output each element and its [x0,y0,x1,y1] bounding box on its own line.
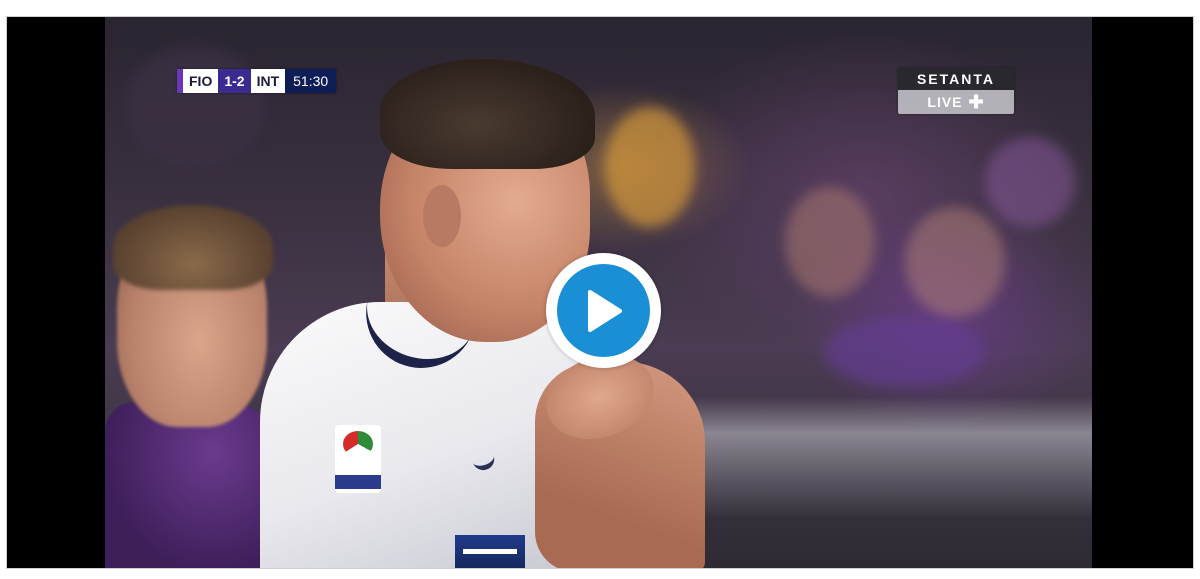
plus-icon: ✚ [968,92,985,112]
crowd-background [785,187,875,297]
crowd-background [605,107,695,227]
live-label: LIVE [927,94,963,110]
sponsor-band [455,535,525,568]
stadium-railing [645,397,1092,517]
play-icon [587,289,622,332]
crowd-background [825,317,985,387]
crowd-background [125,47,265,167]
match-time-label: 51:30 [285,69,337,93]
live-indicator: LIVE ✚ [898,90,1014,114]
serie-a-badge-icon [335,425,381,493]
crowd-background [905,207,1005,317]
player-hair [380,59,595,169]
player-ear [423,185,461,247]
crowd-background [985,137,1075,227]
background-player-hair [113,205,273,290]
video-embed-frame: FIO 1-2 INT 51:30 SETANTA LIVE ✚ [6,16,1194,569]
away-team-label: INT [250,69,286,93]
play-button[interactable] [546,253,661,368]
scoreboard: FIO 1-2 INT 51:30 [177,69,337,93]
background-player-shirt [105,402,285,568]
play-button-circle [557,264,650,357]
channel-name: SETANTA [898,68,1014,90]
channel-logo: SETANTA LIVE ✚ [898,68,1014,114]
home-team-label: FIO [183,69,219,93]
score-label: 1-2 [218,69,251,93]
